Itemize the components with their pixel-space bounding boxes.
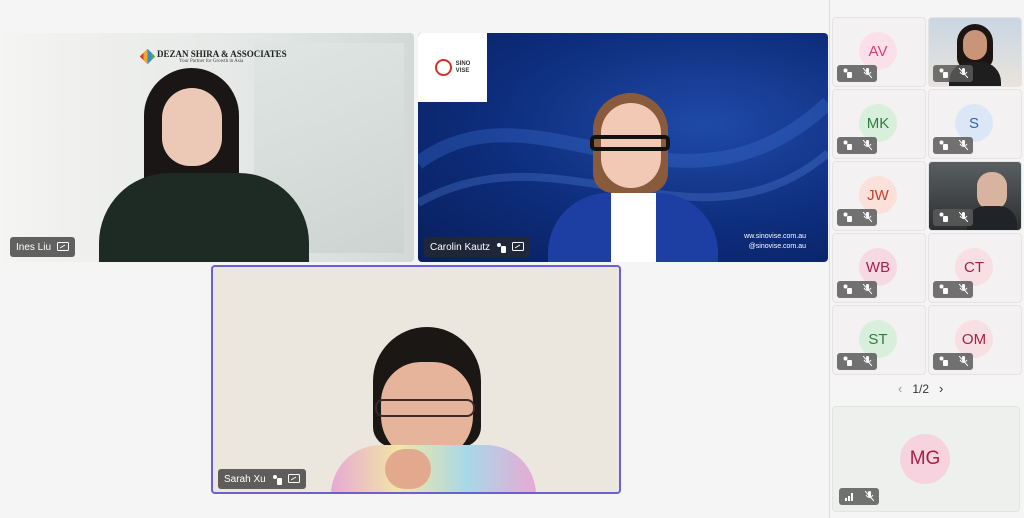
avatar-initials: OM <box>961 330 987 348</box>
participant-tile[interactable] <box>928 161 1022 231</box>
website-line-1: ww.sinovise.com.au <box>744 233 806 240</box>
screen-share-icon <box>287 474 300 484</box>
participant-tile[interactable]: JW <box>832 161 926 231</box>
avatar-initials: MG <box>909 448 941 469</box>
panel-divider <box>829 0 830 518</box>
tile-controls <box>837 65 877 82</box>
raise-hand-icon <box>939 137 948 155</box>
participant-video-carolin <box>418 33 828 262</box>
next-page-icon[interactable]: › <box>939 381 943 396</box>
tile-controls <box>933 65 973 82</box>
screen-share-icon <box>57 242 70 252</box>
raise-hand-icon <box>939 281 948 299</box>
avatar: MG <box>900 434 950 484</box>
participant-video-ines <box>4 33 414 262</box>
raise-hand-icon <box>843 353 852 371</box>
name-tag: Sarah Xu <box>218 469 306 489</box>
participant-tile[interactable]: MK <box>832 89 926 159</box>
tile-controls <box>837 209 877 226</box>
participant-tile[interactable]: OM <box>928 305 1022 375</box>
participant-tile[interactable]: WB <box>832 233 926 303</box>
participant-tile[interactable] <box>928 17 1022 87</box>
avatar-initials: ST <box>868 330 888 348</box>
prev-page-icon[interactable]: ‹ <box>898 381 902 396</box>
mic-muted-icon <box>958 209 968 227</box>
mic-muted-icon <box>862 353 872 371</box>
raise-hand-icon <box>496 242 507 253</box>
raise-hand-icon <box>272 474 282 485</box>
participant-tile[interactable]: S <box>928 89 1022 159</box>
mic-muted-icon <box>958 137 968 155</box>
raise-hand-icon <box>843 65 852 83</box>
tile-controls <box>933 281 973 298</box>
participant-video-sarah <box>213 267 619 492</box>
participant-tile[interactable]: AV <box>832 17 926 87</box>
mic-muted-icon <box>958 65 968 83</box>
tile-controls <box>933 137 973 154</box>
mic-muted-icon <box>862 209 872 227</box>
tile-controls <box>839 488 879 505</box>
raise-hand-icon <box>843 137 852 155</box>
raise-hand-icon <box>843 281 852 299</box>
screen-share-icon <box>512 242 525 252</box>
participant-name: Carolin Kautz <box>430 241 491 253</box>
avatar-initials: AV <box>868 42 888 60</box>
participant-tile[interactable]: CT <box>928 233 1022 303</box>
mic-muted-icon <box>862 137 872 155</box>
mic-muted-icon <box>862 281 872 299</box>
avatar-initials: MK <box>866 114 890 132</box>
avatar-initials: WB <box>865 258 891 276</box>
raise-hand-icon <box>939 209 948 227</box>
tile-controls <box>933 353 973 370</box>
tile-controls <box>837 137 877 154</box>
name-tag: Ines Liu <box>10 237 76 257</box>
tile-controls <box>837 353 877 370</box>
website-line-2: @sinovise.com.au <box>748 243 806 250</box>
avatar-initials: S <box>968 114 979 132</box>
name-tag: Carolin Kautz <box>424 237 531 257</box>
mic-muted-icon <box>862 65 872 83</box>
participant-name: Ines Liu <box>16 241 52 253</box>
pagination: ‹ 1/2 › <box>898 381 943 396</box>
avatar-initials: JW <box>867 186 889 204</box>
video-tile-ines-liu[interactable]: DEZAN SHIRA & ASSOCIATES Your Partner fo… <box>4 33 414 262</box>
avatar-initials: CT <box>964 258 984 276</box>
tile-controls <box>933 209 973 226</box>
participant-tile-featured[interactable]: MG <box>832 406 1020 512</box>
participant-tile[interactable]: ST <box>832 305 926 375</box>
signal-icon <box>844 488 854 506</box>
participant-name: Sarah Xu <box>224 473 266 485</box>
page-indicator: 1/2 <box>912 381 930 396</box>
tile-controls <box>837 281 877 298</box>
mic-muted-icon <box>864 488 874 506</box>
video-tile-carolin-kautz[interactable]: SINO VISE ww.sinovise.com.au @sinovise.c… <box>418 33 828 262</box>
mic-muted-icon <box>958 281 968 299</box>
raise-hand-icon <box>939 65 948 83</box>
raise-hand-icon <box>843 209 852 227</box>
video-tile-sarah-xu[interactable]: Sarah Xu <box>211 265 621 494</box>
raise-hand-icon <box>939 353 948 371</box>
mic-muted-icon <box>958 353 968 371</box>
